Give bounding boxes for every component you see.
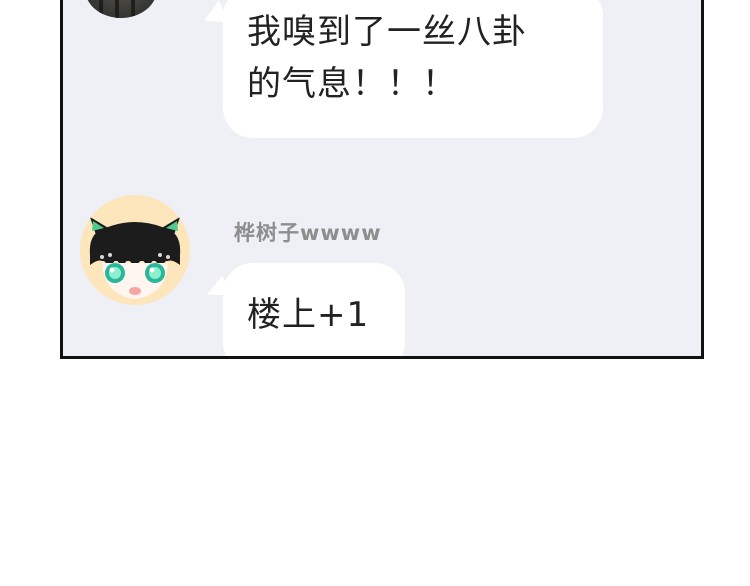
- cat-eared-girl-avatar-icon: [80, 195, 190, 305]
- chat-panel: 我嗅到了一丝八卦 的气息！！！ 桦树子wwww 楼上+1: [60, 0, 704, 359]
- message-text-line: 的气息！！！: [247, 64, 457, 104]
- message-bubble: 我嗅到了一丝八卦 的气息！！！: [223, 0, 603, 138]
- message-text-line: 楼上+1: [247, 295, 370, 335]
- message-bubble: 楼上+1: [223, 263, 405, 356]
- dark-haired-avatar-icon: [85, 0, 157, 18]
- message-text-line: 我嗅到了一丝八卦: [247, 12, 527, 52]
- comic-panel-page: 我嗅到了一丝八卦 的气息！！！ 桦树子wwww 楼上+1: [0, 0, 750, 586]
- sender-username: 桦树子wwww: [234, 221, 382, 245]
